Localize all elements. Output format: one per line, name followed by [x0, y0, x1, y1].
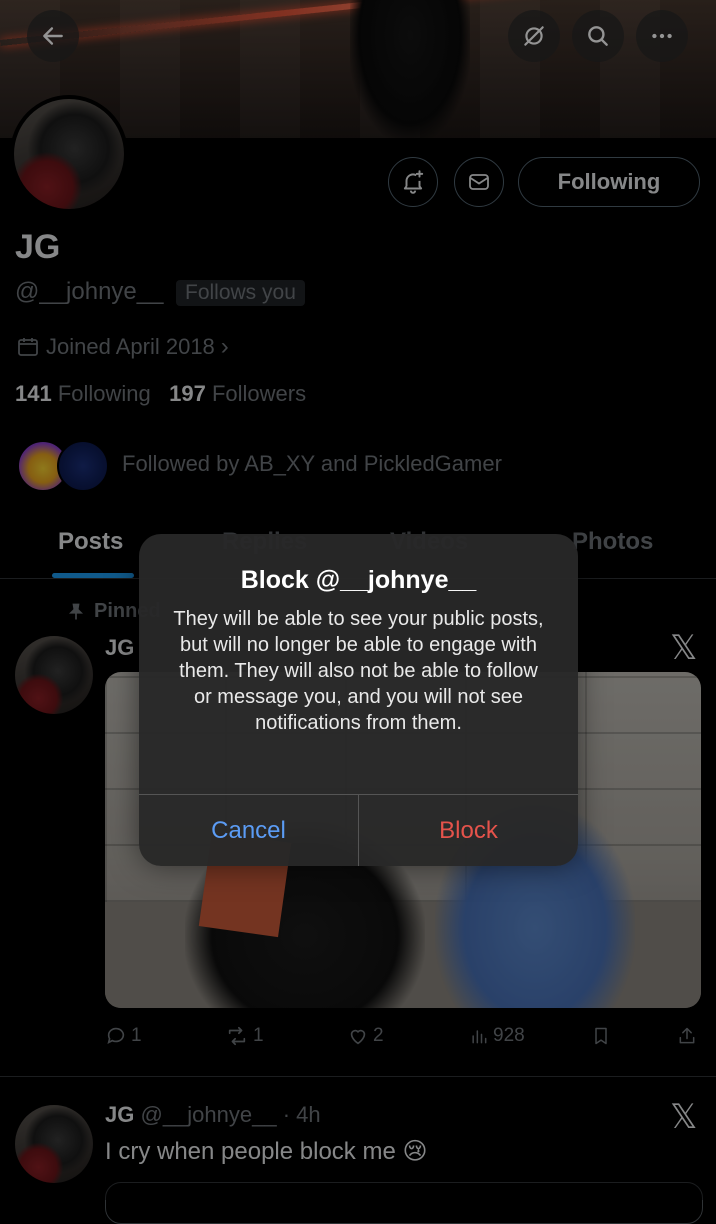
block-dialog: Block @__johnye__ They will be able to s… — [139, 534, 578, 866]
dialog-message: They will be able to see your public pos… — [173, 608, 544, 734]
dialog-title: Block @__johnye__ — [240, 566, 477, 594]
cancel-button[interactable]: Cancel — [139, 795, 358, 866]
block-button[interactable]: Block — [359, 795, 578, 866]
